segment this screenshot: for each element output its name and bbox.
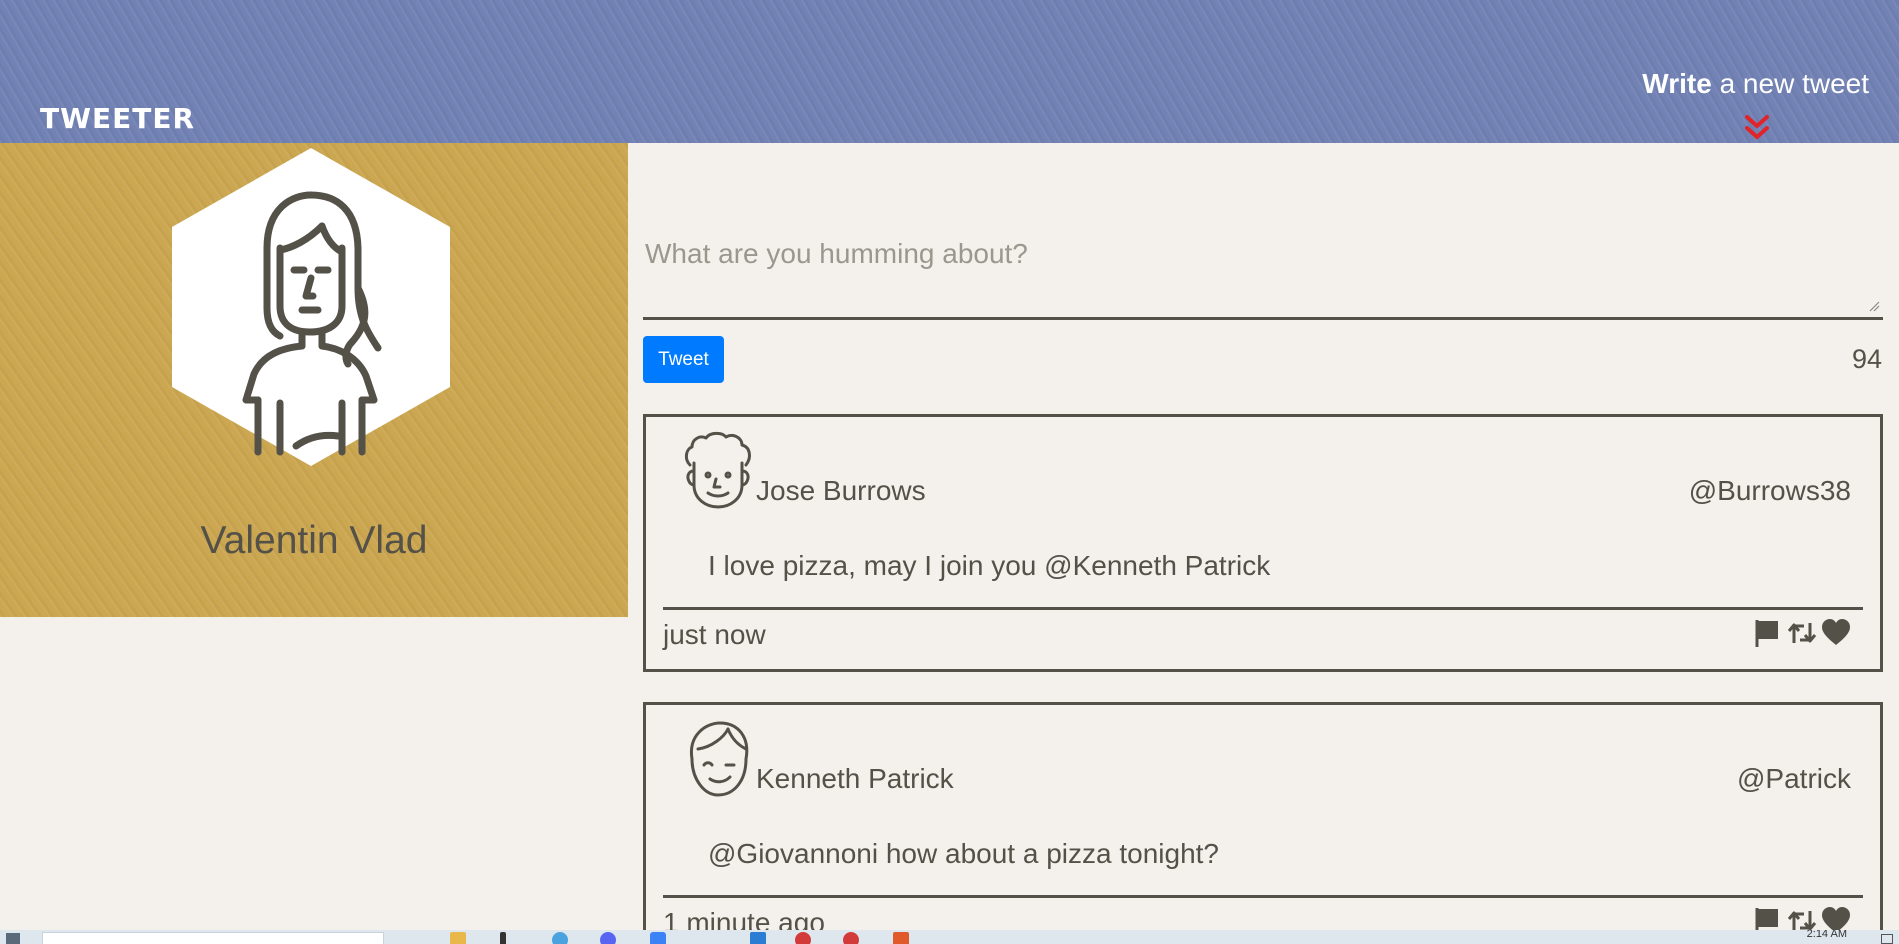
tweet-card: Kenneth Patrick @Patrick @Giovannoni how… [643,702,1883,944]
profile-avatar [172,148,450,466]
compose-toggle-rest: a new tweet [1711,68,1869,99]
winking-boy-avatar-icon [689,721,749,797]
taskbar-clock[interactable]: 2:14 AM [1807,930,1847,940]
tweet-card: Jose Burrows @Burrows38 I love pizza, ma… [643,414,1883,672]
pin-icon[interactable] [500,932,506,944]
chrome-icon[interactable] [843,932,859,944]
character-counter: 94 [1851,344,1882,374]
flag-icon[interactable] [1752,617,1784,649]
chrome-icon[interactable] [795,932,811,944]
tweet-timestamp: just now [663,619,766,650]
tweet-author[interactable]: Jose Burrows [756,475,926,507]
tweet-actions [1752,615,1852,651]
tweet-handle[interactable]: @Patrick [1737,763,1851,795]
vscode-icon[interactable] [750,932,766,944]
write-new-tweet-toggle[interactable]: Write a new tweet [1642,68,1869,100]
app-icon[interactable] [650,932,666,944]
tweet-body: I love pizza, may I join you @Kenneth Pa… [708,550,1271,581]
tweet-handle[interactable]: @Burrows38 [1689,475,1851,507]
resize-grip-icon[interactable] [1868,300,1880,312]
discord-icon[interactable] [600,932,616,944]
start-icon[interactable] [6,933,20,944]
brand-logo[interactable]: TWEETER [40,102,195,135]
file-explorer-icon[interactable] [450,932,466,944]
tweet-compose-input[interactable] [643,230,1883,320]
tweet-divider [663,607,1863,610]
heart-icon[interactable] [1820,617,1852,649]
profile-name: Valentin Vlad [200,519,428,562]
notification-icon[interactable] [1881,934,1893,944]
double-chevron-down-icon[interactable] [1742,114,1772,142]
profile-card: Valentin Vlad [0,143,628,617]
tweet-author[interactable]: Kenneth Patrick [756,763,954,795]
app-icon[interactable] [893,932,909,944]
top-header: TWEETER Write a new tweet [0,0,1899,143]
taskbar-search-box[interactable] [42,932,384,944]
app-icon[interactable] [552,932,568,944]
compose-toggle-bold: Write [1642,68,1712,99]
os-taskbar: 2:14 AM [0,930,1899,944]
tweet-submit-button[interactable]: Tweet [643,336,724,383]
tweet-body: @Giovannoni how about a pizza tonight? [708,838,1219,869]
retweet-icon[interactable] [1786,617,1818,649]
tweet-divider [663,895,1863,898]
curly-hair-man-avatar-icon [684,431,751,509]
